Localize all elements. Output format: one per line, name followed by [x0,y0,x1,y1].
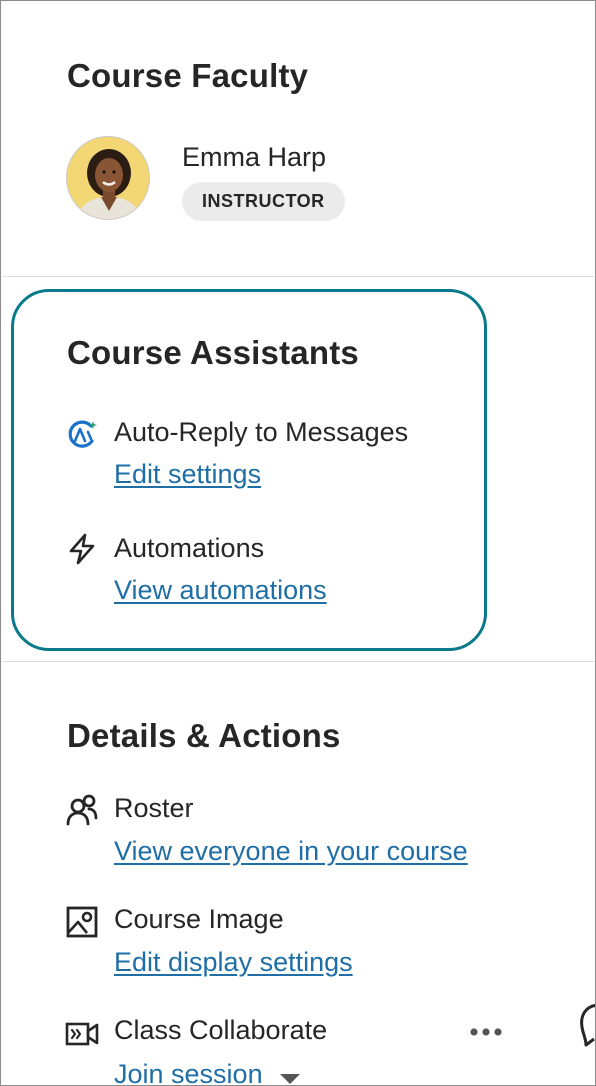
edit-settings-link[interactable]: Edit settings [114,459,261,490]
video-icon [65,1022,99,1046]
course-sidebar-panel: Course Faculty Emma Harp INSTRUCTOR Cour… [0,0,596,1086]
more-options-icon[interactable] [467,1017,505,1047]
avatar[interactable] [66,136,150,220]
automations-label: Automations [114,533,265,563]
ai-assistant-icon [68,420,97,448]
section-divider [2,276,594,277]
auto-reply-label: Auto-Reply to Messages [114,417,409,447]
course-faculty-heading: Course Faculty [67,57,309,94]
edit-display-settings-link[interactable]: Edit display settings [114,947,353,978]
role-badge: INSTRUCTOR [182,182,345,221]
roster-label: Roster [114,793,194,823]
chevron-down-icon[interactable] [279,1073,301,1085]
details-actions-heading: Details & Actions [67,717,341,754]
course-assistants-heading: Course Assistants [67,334,359,371]
join-session-link[interactable]: Join session [114,1059,263,1085]
chat-bubble-icon[interactable] [578,1001,596,1051]
view-automations-link[interactable]: View automations [114,575,327,606]
roster-icon [66,794,98,826]
view-roster-link[interactable]: View everyone in your course [114,836,468,867]
lightning-icon [69,533,95,565]
section-divider [2,661,594,662]
instructor-name[interactable]: Emma Harp [182,142,326,173]
image-icon [66,906,98,938]
instructor-photo [67,137,149,219]
class-collaborate-label: Class Collaborate [114,1015,328,1045]
course-image-label: Course Image [114,904,284,934]
